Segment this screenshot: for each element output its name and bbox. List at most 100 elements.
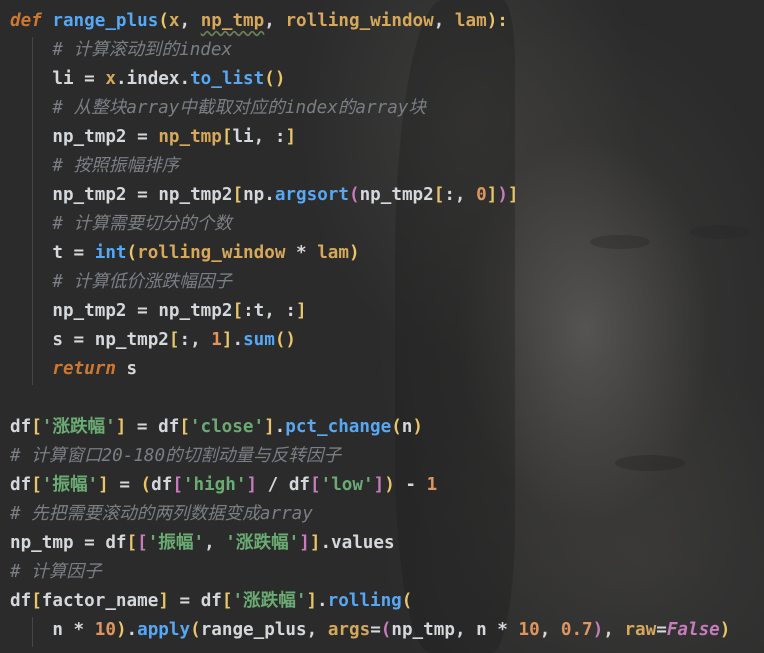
bracket-token: ): bbox=[486, 11, 508, 31]
bracket-token: [ bbox=[310, 475, 321, 495]
code-line[interactable]: np_tmp2 = np_tmp[li, :] bbox=[10, 123, 730, 152]
identifier-token: s bbox=[52, 330, 63, 350]
parameter-token: rolling_window bbox=[137, 243, 286, 263]
keyword-token: def bbox=[10, 11, 42, 31]
identifier-token: :t, : bbox=[243, 301, 297, 321]
bracket-token: [ bbox=[126, 533, 138, 553]
operator-token: * bbox=[62, 620, 95, 640]
operator-token: = bbox=[62, 330, 95, 350]
method-token: sum bbox=[243, 330, 275, 350]
identifier-token bbox=[10, 156, 52, 176]
identifier-token: :, bbox=[179, 330, 212, 350]
code-line[interactable] bbox=[10, 384, 730, 413]
bracket-token: [ bbox=[232, 185, 244, 205]
bracket-token: ( bbox=[401, 591, 413, 611]
code-line[interactable]: # 按照振幅排序 bbox=[10, 152, 730, 181]
identifier-token: df bbox=[200, 591, 222, 611]
identifier-token: np_tmp bbox=[391, 620, 455, 640]
code-line[interactable]: np_tmp2 = np_tmp2[:t, :] bbox=[10, 297, 730, 326]
bracket-token: ] bbox=[158, 591, 169, 611]
bracket-token: ( bbox=[391, 417, 402, 437]
constant-token: False bbox=[666, 620, 720, 640]
method-token: rolling bbox=[327, 591, 402, 611]
code-line[interactable]: df['涨跌幅'] = df['close'].pct_change(n) bbox=[10, 413, 730, 442]
identifier-token bbox=[10, 620, 52, 640]
punctuation-token: , bbox=[454, 620, 477, 640]
code-line[interactable]: n * 10).apply(range_plus, args=(np_tmp, … bbox=[10, 616, 730, 645]
bracket-token: ) bbox=[115, 620, 127, 640]
parameter-token: lam bbox=[454, 11, 487, 31]
code-line[interactable]: np_tmp = df[['振幅', '涨跌幅']].values bbox=[10, 529, 730, 558]
identifier-token: df bbox=[10, 475, 32, 495]
bracket-token: ] bbox=[507, 185, 519, 205]
operator-token: = bbox=[108, 475, 141, 495]
bracket-token: ] bbox=[246, 475, 258, 495]
code-line[interactable]: # 计算因子 bbox=[10, 558, 730, 587]
code-line[interactable]: df[factor_name] = df['涨跌幅'].rolling( bbox=[10, 587, 730, 616]
identifier-token bbox=[10, 127, 52, 147]
identifier-token: np_tmp2 bbox=[52, 185, 127, 205]
operator-token: * bbox=[285, 243, 318, 263]
bracket-token: [ bbox=[232, 301, 244, 321]
identifier-token: factor_name bbox=[41, 591, 159, 611]
number-token: 10 bbox=[94, 620, 116, 640]
identifier-token: df bbox=[10, 417, 32, 437]
operator-token: / bbox=[257, 475, 289, 495]
identifier-token: np_tmp bbox=[10, 533, 74, 553]
keyword-arg-token: raw bbox=[624, 620, 657, 640]
code-editor[interactable]: def range_plus(x, np_tmp, rolling_window… bbox=[0, 0, 764, 653]
code-line[interactable]: # 先把需要滚动的两列数据变成array bbox=[10, 500, 730, 529]
bracket-token: [ bbox=[221, 127, 233, 147]
code-line[interactable]: t = int(rolling_window * lam) bbox=[10, 239, 730, 268]
code-line[interactable]: # 从整块array中截取对应的index的array块 bbox=[10, 94, 730, 123]
code-line[interactable]: li = x.index.to_list() bbox=[10, 65, 730, 94]
string-token: 'low' bbox=[320, 475, 374, 495]
identifier-token: s bbox=[115, 359, 138, 379]
identifier-token bbox=[10, 330, 52, 350]
code-line[interactable]: # 计算低价涨跌幅因子 bbox=[10, 268, 730, 297]
code-line[interactable]: def range_plus(x, np_tmp, rolling_window… bbox=[10, 7, 730, 36]
bracket-token: ( bbox=[380, 620, 392, 640]
operator-token: * bbox=[486, 620, 519, 640]
code-line[interactable]: np_tmp2 = np_tmp2[np.argsort(np_tmp2[:, … bbox=[10, 181, 730, 210]
bracket-token: ] bbox=[309, 533, 321, 553]
bracket-token: ] bbox=[486, 185, 498, 205]
operator-token: = bbox=[73, 533, 106, 553]
operator-token: = bbox=[168, 591, 201, 611]
code-line[interactable]: s = np_tmp2[:, 1].sum() bbox=[10, 326, 730, 355]
bracket-token: ] bbox=[115, 417, 127, 437]
identifier-token: np_tmp2 bbox=[158, 185, 233, 205]
identifier-token: df bbox=[10, 591, 32, 611]
bracket-token: ) bbox=[497, 185, 508, 205]
identifier-token: df bbox=[158, 417, 180, 437]
code-line[interactable]: return s bbox=[10, 355, 730, 384]
method-token: to_list bbox=[190, 69, 265, 89]
code-line[interactable]: # 计算需要切分的个数 bbox=[10, 210, 730, 239]
string-token: 'close' bbox=[189, 417, 265, 437]
identifier-token: li, : bbox=[232, 127, 286, 147]
bracket-token: ] bbox=[296, 301, 307, 321]
number-token: 0 bbox=[476, 185, 487, 205]
code-line[interactable]: df['振幅'] = (df['high'] / df['low']) - 1 bbox=[10, 471, 730, 500]
bracket-token: ) bbox=[719, 620, 731, 640]
bracket-token: [ bbox=[168, 330, 180, 350]
code-line[interactable]: # 计算窗口20-180的切割动量与反转因子 bbox=[10, 442, 730, 471]
code-line[interactable]: # 计算滚动到的index bbox=[10, 36, 730, 65]
identifier-token bbox=[10, 185, 52, 205]
comment-token: # 计算低价涨跌幅因子 bbox=[52, 272, 232, 292]
code-text[interactable]: def range_plus(x, np_tmp, rolling_window… bbox=[10, 7, 730, 645]
comment-token: # 计算需要切分的个数 bbox=[52, 214, 232, 234]
bracket-token: ] bbox=[285, 127, 297, 147]
identifier-token bbox=[10, 243, 52, 263]
bracket-token: ] bbox=[306, 591, 318, 611]
identifier-token: . bbox=[317, 591, 328, 611]
identifier-token: np. bbox=[243, 185, 275, 205]
punctuation-token: , bbox=[306, 620, 328, 640]
punctuation-token: , bbox=[204, 533, 226, 553]
identifier-token: np_tmp2 bbox=[158, 301, 233, 321]
keyword-arg-token: args bbox=[327, 620, 371, 640]
bracket-token: [ bbox=[172, 475, 183, 495]
identifier-token: n bbox=[52, 620, 63, 640]
method-token: apply bbox=[137, 620, 191, 640]
builtin-token: int bbox=[94, 243, 127, 263]
